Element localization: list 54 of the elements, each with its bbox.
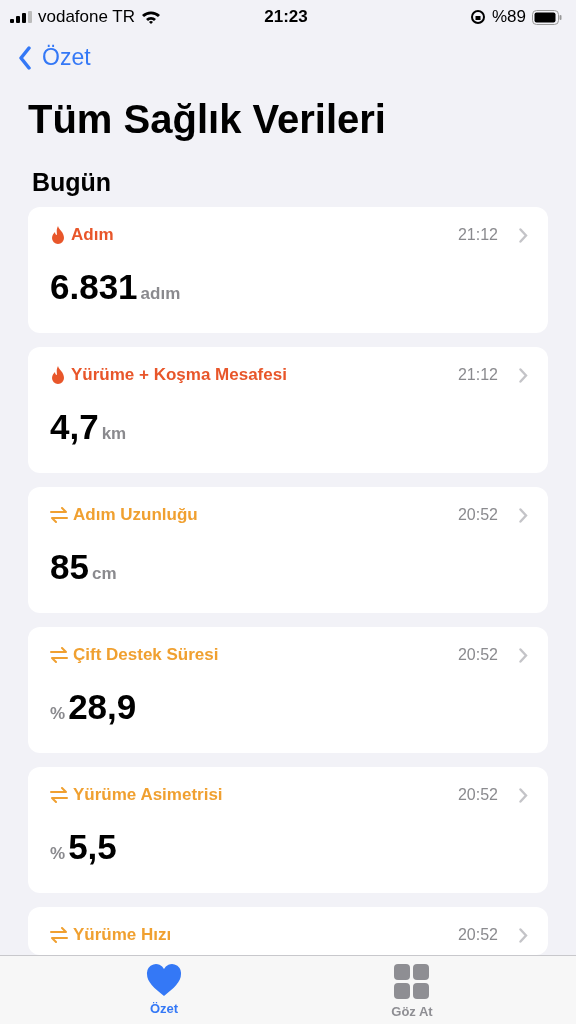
arrows-icon bbox=[50, 507, 68, 523]
card-time: 21:12 bbox=[457, 366, 498, 384]
chevron-icon bbox=[519, 367, 528, 383]
value-text: 5,5 bbox=[68, 827, 117, 867]
card-time: 20:52 bbox=[457, 926, 498, 944]
chevron-icon bbox=[519, 507, 528, 523]
flame-icon bbox=[50, 365, 66, 385]
battery-percent: %89 bbox=[491, 7, 526, 27]
arrows-icon bbox=[50, 647, 68, 663]
card-title: Çift Destek Süresi bbox=[73, 645, 220, 665]
grid-icon bbox=[394, 964, 430, 1000]
chevron-icon bbox=[519, 787, 528, 803]
back-chevron-icon bbox=[18, 45, 32, 70]
value-text: 28,9 bbox=[68, 687, 137, 727]
data-card[interactable]: Yürüme Asimetrisi 20:52 %5,5 bbox=[28, 767, 548, 893]
chevron-icon bbox=[519, 927, 528, 943]
chevron-icon bbox=[519, 227, 528, 243]
arrows-icon bbox=[50, 787, 68, 803]
card-title: Yürüme Asimetrisi bbox=[73, 785, 224, 805]
card-title: Adım bbox=[71, 225, 115, 245]
value-text: 4,7 bbox=[50, 407, 99, 447]
unit-label: adım bbox=[140, 284, 181, 304]
card-title: Yürüme Hızı bbox=[73, 925, 173, 945]
card-time: 20:52 bbox=[457, 646, 498, 664]
data-card[interactable]: Yürüme Hızı 20:52 bbox=[28, 907, 548, 955]
unit-label: % bbox=[50, 704, 66, 724]
flame-icon bbox=[50, 225, 66, 245]
arrows-icon bbox=[50, 927, 68, 943]
card-title: Adım Uzunluğu bbox=[73, 505, 199, 525]
heart-icon bbox=[146, 964, 182, 997]
data-card[interactable]: Çift Destek Süresi 20:52 %28,9 bbox=[28, 627, 548, 753]
wifi-icon bbox=[141, 10, 162, 24]
page-title: Tüm Sağlık Verileri bbox=[28, 97, 387, 142]
value-text: 6.831 bbox=[50, 267, 138, 307]
section-heading: Bugün bbox=[32, 168, 113, 197]
battery-icon bbox=[532, 9, 562, 25]
signal-icon bbox=[10, 11, 32, 23]
carrier-name: vodafone TR bbox=[38, 7, 136, 27]
clock: 21:23 bbox=[264, 7, 308, 27]
unit-label: cm bbox=[91, 564, 117, 584]
data-card[interactable]: Yürüme + Koşma Mesafesi 21:12 4,7 km bbox=[28, 347, 548, 473]
unit-label: km bbox=[101, 424, 127, 444]
card-time: 20:52 bbox=[457, 786, 498, 804]
card-time: 21:12 bbox=[457, 226, 498, 244]
unit-label: % bbox=[50, 844, 66, 864]
back-button[interactable]: Özet bbox=[18, 44, 91, 71]
value-text: 85 bbox=[50, 547, 89, 587]
card-title: Yürüme + Koşma Mesafesi bbox=[71, 365, 288, 385]
data-card[interactable]: Adım Uzunluğu 20:52 85 cm bbox=[28, 487, 548, 613]
data-card[interactable]: Adım 21:12 6.831 adım bbox=[28, 207, 548, 333]
tab-item[interactable]: Özet bbox=[114, 956, 214, 1024]
card-time: 20:52 bbox=[457, 506, 498, 524]
chevron-icon bbox=[519, 647, 528, 663]
rotation-lock-icon bbox=[469, 9, 486, 25]
